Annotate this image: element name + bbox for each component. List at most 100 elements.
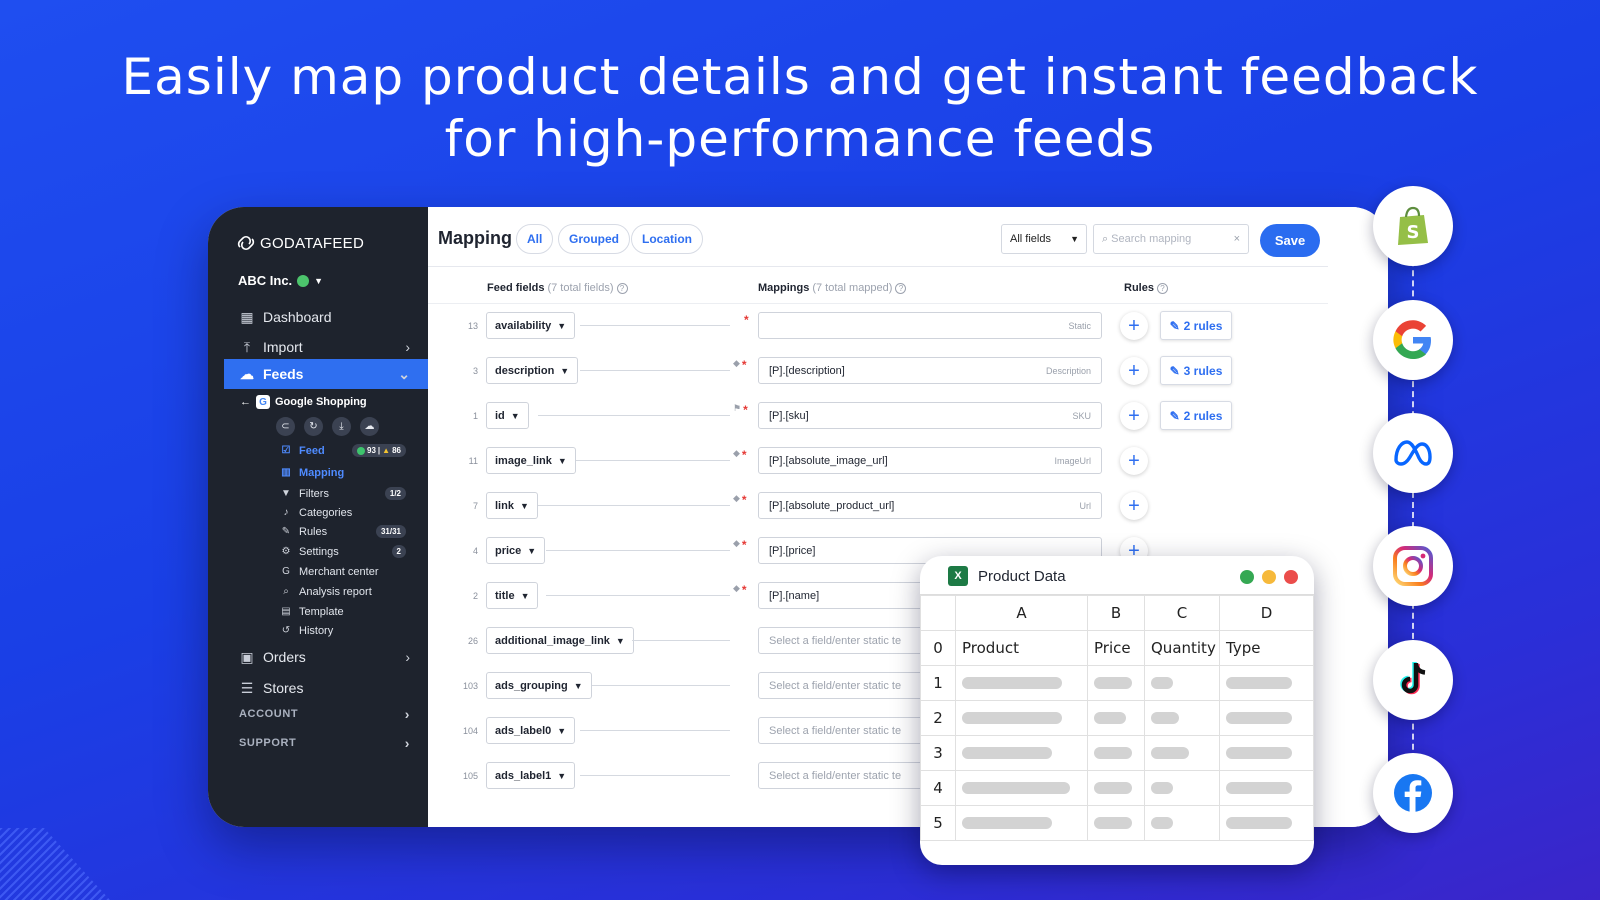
subnav-feed[interactable]: ☑ Feed 93 | ▲ 86: [280, 441, 420, 460]
data-cell[interactable]: [1087, 805, 1145, 841]
add-rule-button[interactable]: +: [1120, 312, 1148, 340]
header-cell[interactable]: Quantity: [1144, 630, 1220, 666]
caret-down-icon: ▼: [314, 275, 324, 286]
nav-stores[interactable]: ☰ Stores: [208, 673, 428, 703]
feed-field-select[interactable]: title ▼: [486, 582, 539, 609]
header-cell[interactable]: Price: [1087, 630, 1145, 666]
mapping-input[interactable]: [P].[absolute_image_url] ImageUrl: [758, 447, 1102, 474]
add-rule-button[interactable]: +: [1120, 402, 1148, 430]
feed-header[interactable]: ← G Google Shopping: [240, 395, 367, 409]
nav-feeds[interactable]: ☁ Feeds ⌄: [224, 359, 428, 389]
data-cell[interactable]: [1087, 735, 1145, 771]
history-icon: ↺: [281, 625, 291, 636]
link-icon[interactable]: ⊂: [276, 417, 295, 436]
nav-account[interactable]: ACCOUNT ›: [208, 702, 428, 726]
help-icon[interactable]: ?: [1156, 282, 1168, 294]
data-cell[interactable]: [1219, 770, 1314, 806]
nav-support[interactable]: SUPPORT ›: [208, 731, 428, 755]
save-button[interactable]: Save: [1260, 224, 1320, 257]
nav-import[interactable]: ⤒ Import ›: [208, 332, 428, 362]
data-cell[interactable]: [1144, 735, 1220, 771]
feed-field-select[interactable]: availability ▼: [486, 312, 576, 339]
google-badge[interactable]: [1373, 300, 1453, 380]
placeholder-bar: [1226, 677, 1292, 689]
topbar: Mapping All Grouped Location All fields …: [428, 207, 1328, 267]
subnav-merchant[interactable]: G Merchant center: [280, 562, 420, 581]
subnav-template[interactable]: ▤ Template: [280, 602, 420, 621]
nav-orders[interactable]: ▣ Orders ›: [208, 642, 428, 672]
feed-field-select[interactable]: id ▼: [486, 402, 529, 429]
subnav-analysis[interactable]: ⌕ Analysis report: [280, 582, 420, 601]
mapping-input[interactable]: [P].[sku] SKU: [758, 402, 1102, 429]
shopify-badge[interactable]: S: [1373, 186, 1453, 266]
subnav-settings[interactable]: ⚙ Settings 2: [280, 542, 420, 561]
feed-field-select[interactable]: ads_grouping ▼: [486, 672, 592, 699]
data-cell[interactable]: [1144, 805, 1220, 841]
data-cell[interactable]: [1144, 665, 1220, 701]
green-window-button[interactable]: [1240, 570, 1254, 584]
data-cell[interactable]: [1144, 770, 1220, 806]
feed-field-select[interactable]: price ▼: [486, 537, 546, 564]
cloud-upload-icon[interactable]: ☁: [360, 417, 379, 436]
add-rule-button[interactable]: +: [1120, 447, 1148, 475]
feed-field-select[interactable]: ads_label1 ▼: [486, 762, 576, 789]
instagram-badge[interactable]: [1373, 526, 1453, 606]
data-cell[interactable]: [955, 700, 1088, 736]
data-cell[interactable]: [1144, 700, 1220, 736]
logo[interactable]: GODATAFEED: [236, 233, 364, 253]
subnav-rules[interactable]: ✎ Rules 31/31: [280, 522, 420, 541]
rules-button[interactable]: ✎ 2 rules: [1160, 311, 1232, 340]
facebook-badge[interactable]: [1373, 753, 1453, 833]
search-input[interactable]: [1111, 233, 1230, 245]
data-cell[interactable]: [955, 770, 1088, 806]
data-cell[interactable]: [1087, 770, 1145, 806]
data-cell[interactable]: [1087, 700, 1145, 736]
add-rule-button[interactable]: +: [1120, 492, 1148, 520]
yellow-window-button[interactable]: [1262, 570, 1276, 584]
back-arrow-icon[interactable]: ←: [240, 396, 251, 408]
add-rule-button[interactable]: +: [1120, 357, 1148, 385]
placeholder-bar: [962, 817, 1052, 829]
field-filter-select[interactable]: All fields ▼: [1001, 224, 1087, 254]
clear-icon[interactable]: ×: [1234, 233, 1240, 245]
rules-button[interactable]: ✎ 2 rules: [1160, 401, 1232, 430]
data-cell[interactable]: [1219, 700, 1314, 736]
tab-location[interactable]: Location: [631, 224, 703, 254]
meta-badge[interactable]: [1373, 413, 1453, 493]
feed-field-select[interactable]: description ▼: [486, 357, 579, 384]
subnav-history[interactable]: ↺ History: [280, 621, 420, 640]
org-switcher[interactable]: ABC Inc. ▼: [238, 273, 323, 288]
shopify-icon: S: [1398, 206, 1428, 245]
data-cell[interactable]: [955, 735, 1088, 771]
mapping-input[interactable]: [P].[description] Description: [758, 357, 1102, 384]
subnav-mapping[interactable]: ▥ Mapping: [280, 463, 420, 482]
refresh-icon[interactable]: ↻: [304, 417, 323, 436]
help-icon[interactable]: ?: [895, 282, 907, 294]
rules-button[interactable]: ✎ 3 rules: [1160, 356, 1232, 385]
data-cell[interactable]: [955, 665, 1088, 701]
nav-dashboard[interactable]: ▦ Dashboard: [208, 302, 428, 332]
data-cell[interactable]: [1219, 735, 1314, 771]
mapping-input[interactable]: [P].[absolute_product_url] Url: [758, 492, 1102, 519]
data-cell[interactable]: [955, 805, 1088, 841]
tab-all[interactable]: All: [516, 224, 554, 254]
feed-field-select[interactable]: image_link ▼: [486, 447, 576, 474]
subnav-categories[interactable]: ♪ Categories: [280, 503, 420, 522]
header-cell[interactable]: Type: [1219, 630, 1314, 666]
feed-field-select[interactable]: additional_image_link ▼: [486, 627, 634, 654]
subnav-label: Mapping: [299, 466, 345, 479]
red-window-button[interactable]: [1284, 570, 1298, 584]
subnav-filters[interactable]: ▼ Filters 1/2: [280, 484, 420, 503]
data-cell[interactable]: [1219, 665, 1314, 701]
tab-grouped[interactable]: Grouped: [558, 224, 630, 254]
data-cell[interactable]: [1087, 665, 1145, 701]
mapping-input[interactable]: Static: [758, 312, 1102, 339]
help-icon[interactable]: ?: [616, 282, 628, 294]
tiktok-badge[interactable]: [1373, 640, 1453, 720]
feed-field-select[interactable]: ads_label0 ▼: [486, 717, 576, 744]
header-cell[interactable]: Product: [955, 630, 1088, 666]
column-letter-row: A B C D: [920, 595, 1314, 631]
feed-field-select[interactable]: link ▼: [486, 492, 538, 519]
data-cell[interactable]: [1219, 805, 1314, 841]
download-icon[interactable]: ⤓: [332, 417, 351, 436]
